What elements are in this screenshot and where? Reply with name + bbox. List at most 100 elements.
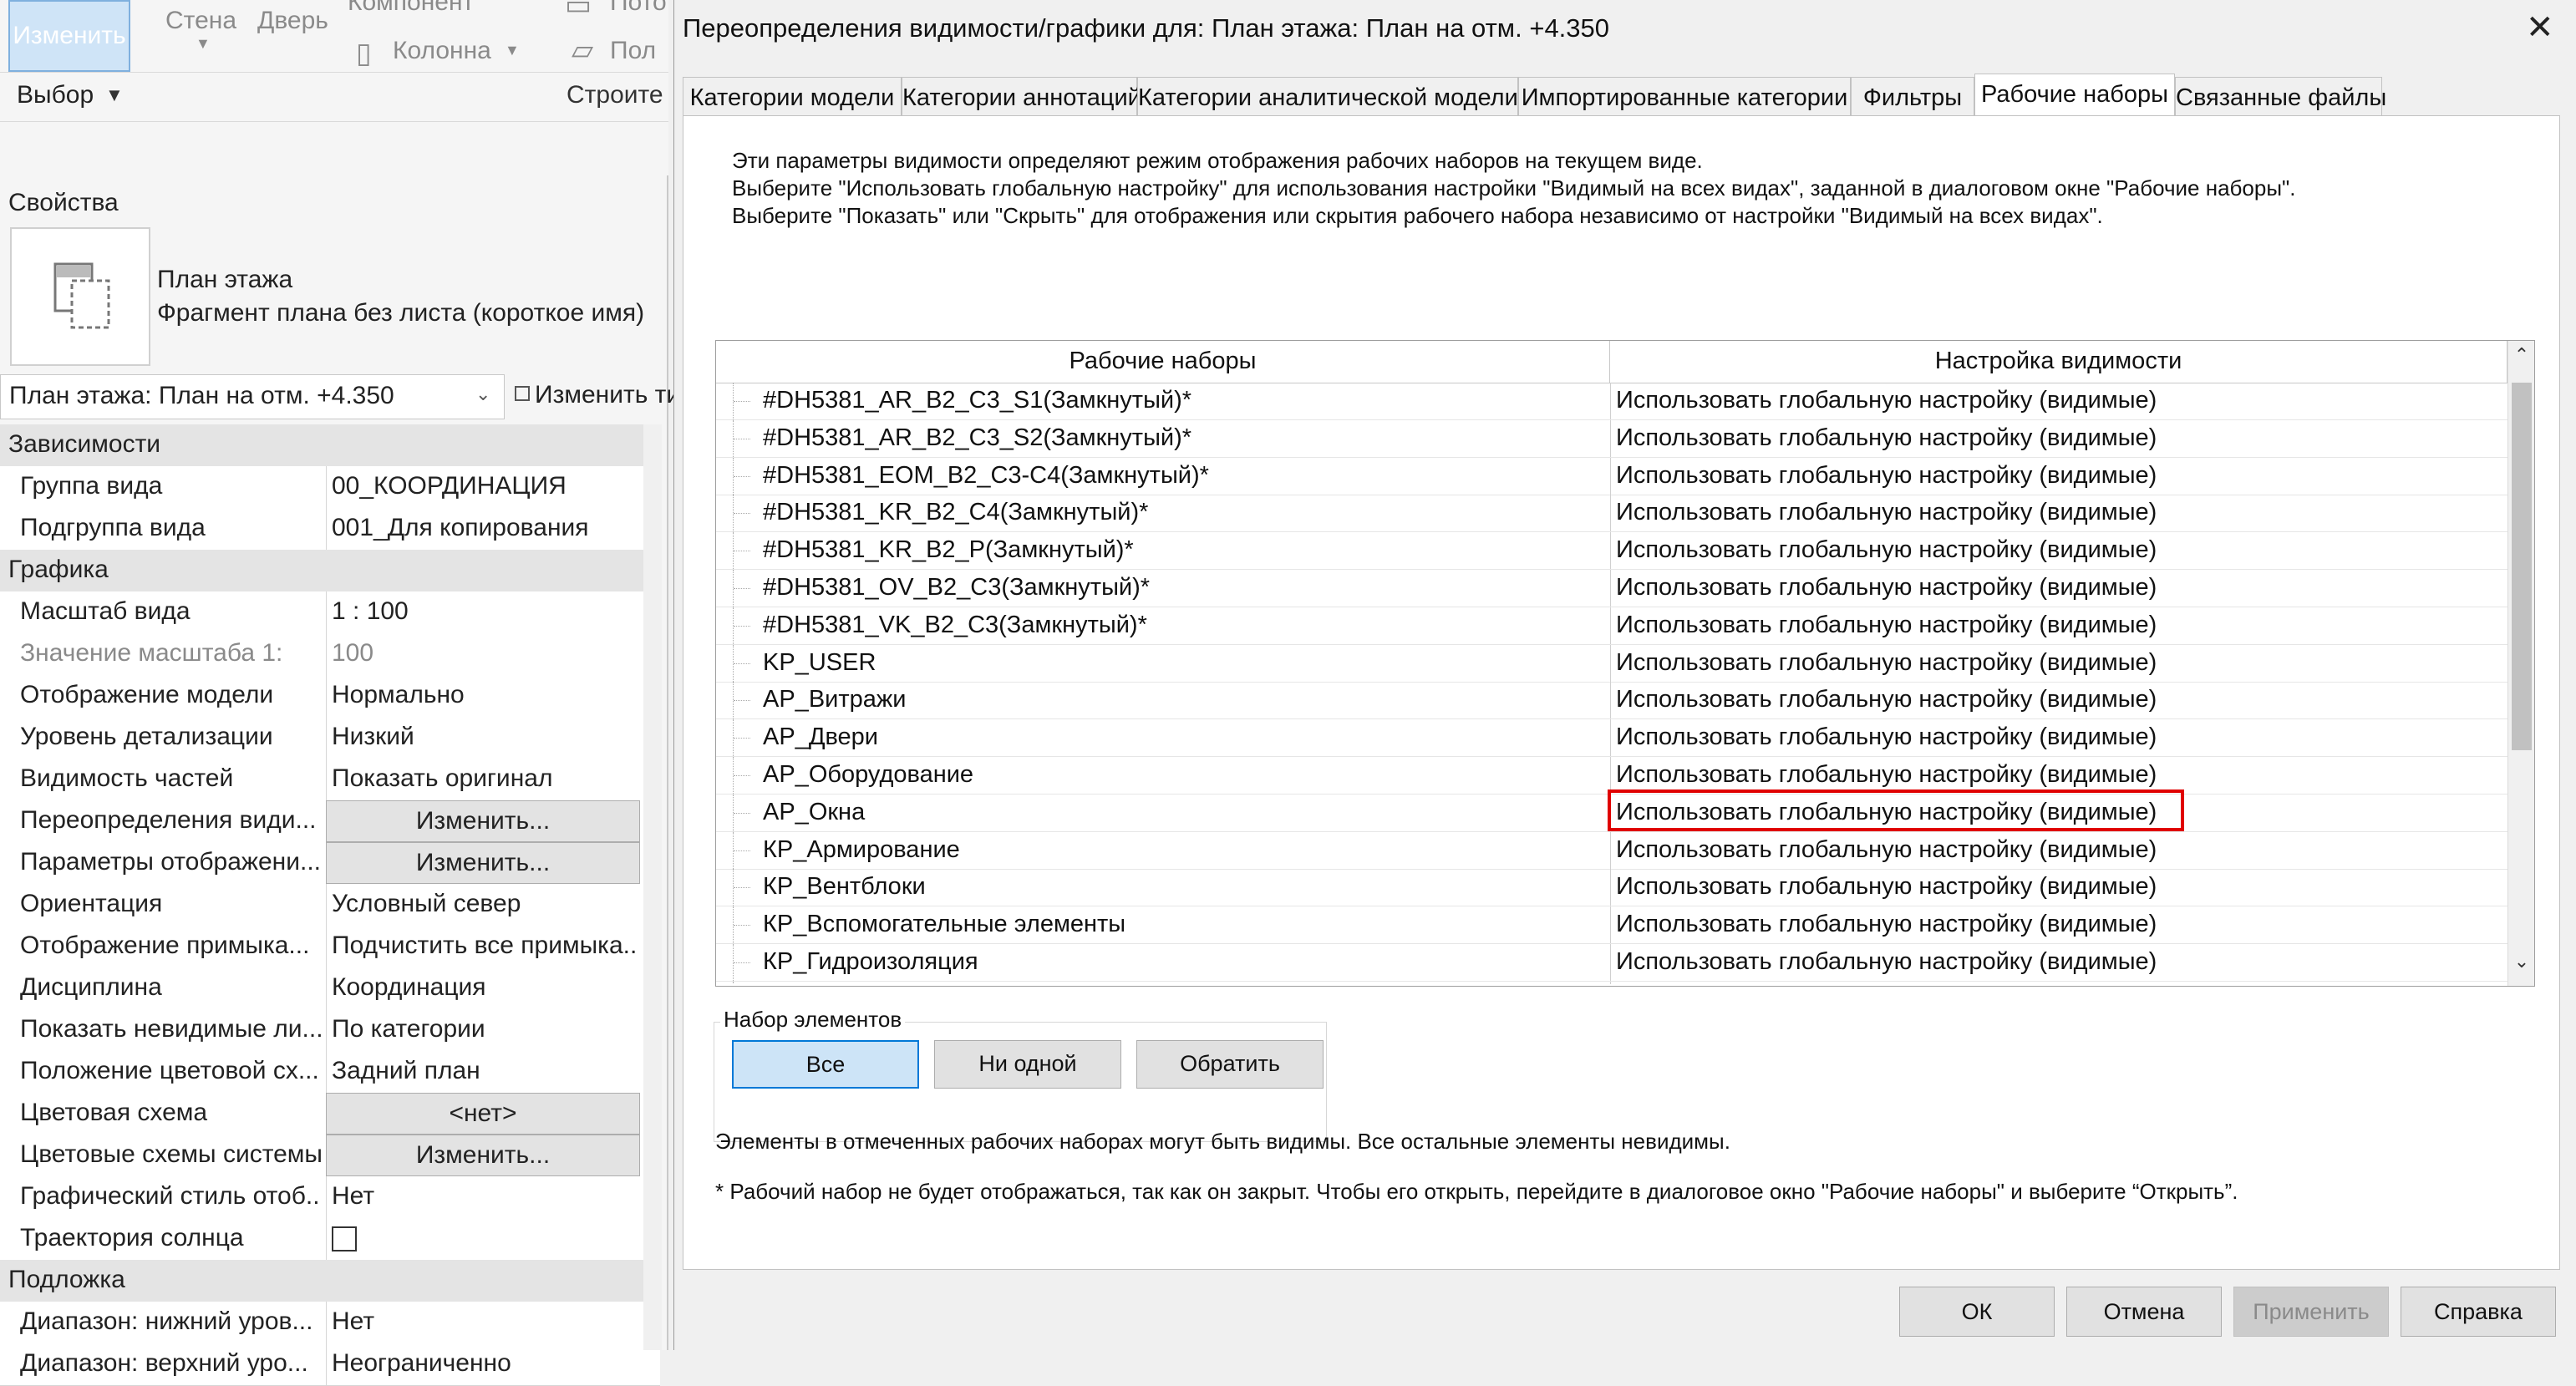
chevron-down-icon[interactable]: ⌄ [475,383,490,405]
select-none-button[interactable]: Ни одной [934,1040,1121,1089]
visibility-setting-cell[interactable]: Использовать глобальную настройку (видим… [1610,906,2507,943]
visibility-setting-cell[interactable]: Использовать глобальную настройку (видим… [1610,458,2507,495]
component-button[interactable]: Компонент [348,0,474,17]
floor-button[interactable]: Пол [610,37,656,65]
workset-row[interactable]: #DH5381_AR_B2_C3_S1(Замкнутый)* Использов… [716,383,2507,420]
tab-linked-files[interactable]: Связанные файлы [2175,77,2386,115]
modify-button[interactable]: Изменить [8,0,130,72]
workset-name: АР_Двери [763,723,878,750]
door-button[interactable]: Дверь [257,7,328,35]
visibility-setting-cell[interactable]: Использовать глобальную настройку (видим… [1610,607,2507,644]
property-name: Ориентация [20,890,163,917]
visibility-setting-cell[interactable]: Использовать глобальную настройку (видим… [1610,757,2507,794]
workset-row[interactable]: #DH5381_VK_B2_C3(Замкнутый)* Использовать… [716,607,2507,645]
grid-scrollbar[interactable]: ⌃ ⌄ [2507,341,2534,986]
property-value: Нет [332,1182,375,1210]
property-value-cell[interactable]: 001_Для копирования [326,508,641,550]
visibility-setting-cell[interactable]: Использовать глобальную настройку (видим… [1610,645,2507,682]
workset-row[interactable]: #DH5381_OV_B2_C3(Замкнутый)* Использовать… [716,570,2507,607]
workset-name: KP_USER [763,649,876,676]
visibility-setting-cell[interactable]: Использовать глобальную настройку (видим… [1610,532,2507,569]
visibility-setting-cell[interactable]: Использовать глобальную настройку (видим… [1610,982,2507,984]
property-value-cell[interactable]: Задний план [326,1051,641,1093]
invert-button[interactable]: Обратить [1136,1040,1324,1089]
property-value-cell[interactable]: Условный север [326,884,641,926]
sun-path-checkbox[interactable] [332,1226,357,1251]
select-dropdown[interactable]: Выбор [17,81,94,109]
visibility-setting-cell[interactable]: Использовать глобальную настройку (видим… [1610,383,2507,419]
visibility-setting-cell[interactable]: Использовать глобальную настройку (видим… [1610,570,2507,607]
workset-name: АР_Окна [763,799,866,825]
workset-row[interactable]: КР_Гидроизоляция Использовать глобальную … [716,944,2507,982]
tab-model-categories[interactable]: Категории модели [683,77,902,115]
edit-type-button[interactable]: Изменить ти [510,374,680,419]
ok-button[interactable]: ОК [1899,1287,2055,1337]
workset-row[interactable]: #DH5381_EOM_B2_C3-C4(Замкнутый)* Использо… [716,458,2507,495]
scroll-down-icon[interactable]: ⌄ [2512,951,2532,981]
workset-row[interactable]: #DH5381_KR_B2_P(Замкнутый)* Использовать … [716,532,2507,570]
tab-imported-categories[interactable]: Импортированные категории [1518,77,1851,115]
property-row: Дисциплина Координация [0,967,660,1010]
property-value-cell[interactable]: Подчистить все примыка... [326,926,641,967]
workset-row[interactable]: КР_Вентблоки Использовать глобальную наст… [716,869,2507,906]
close-icon[interactable]: ✕ [2526,8,2554,47]
wall-dropdown-icon[interactable]: ▼ [196,35,211,53]
grid-header: Рабочие наборы Настройка видимости [716,341,2507,383]
apply-button[interactable]: Применить [2233,1287,2389,1337]
property-section[interactable]: Подложка [0,1260,660,1302]
property-edit-button[interactable]: Изменить... [326,842,640,884]
select-all-button[interactable]: Все [732,1040,919,1089]
workset-row[interactable]: АР_Двери Использовать глобальную настройк… [716,719,2507,757]
tab-annotation-categories[interactable]: Категории аннотаций [902,77,1141,115]
scroll-up-icon[interactable]: ⌃ [2512,344,2532,374]
tab-filters[interactable]: Фильтры [1851,77,1974,115]
visibility-setting-cell[interactable]: Использовать глобальную настройку (видим… [1610,495,2507,531]
workset-row[interactable]: #DH5381_AR_B2_C3_S2(Замкнутый)* Использов… [716,420,2507,458]
property-value-cell[interactable]: Нормально [326,675,641,717]
workset-row[interactable]: KP_USER Использовать глобальную настройку… [716,645,2507,683]
visibility-setting-cell[interactable]: Использовать глобальную настройку (видим… [1610,719,2507,756]
tab-worksets[interactable]: Рабочие наборы [1974,74,2175,117]
property-value-cell[interactable]: 1 : 100 [326,591,641,633]
tab-analytical-categories[interactable]: Категории аналитической модели [1137,77,1518,115]
workset-row[interactable]: КР_Добавочные элементыИспользовать глоба… [716,982,2507,984]
property-value: Показать оригинал [332,764,553,792]
property-value-cell[interactable]: По категории [326,1009,641,1051]
workset-row[interactable]: АР_Витражи Использовать глобальную настро… [716,682,2507,719]
property-checkbox-cell[interactable] [326,1218,641,1260]
properties-scrollbar[interactable] [643,424,662,1350]
property-value-cell[interactable]: Низкий [326,717,641,759]
column-dropdown-icon[interactable]: ▼ [505,42,520,59]
help-button[interactable]: Справка [2401,1287,2556,1337]
property-section[interactable]: Графика [0,550,660,592]
chevron-down-icon[interactable]: ▼ [105,84,124,106]
workset-row[interactable]: КР_Армирование Использовать глобальную на… [716,832,2507,870]
scrollbar-thumb[interactable] [2512,383,2532,750]
property-value-cell[interactable]: Координация [326,967,641,1009]
property-section[interactable]: Зависимости [0,424,660,467]
view-instance-selector[interactable]: План этажа: План на отм. +4.350 ⌄ [0,374,505,419]
tree-line [733,570,754,607]
ceiling-button[interactable]: Пото [610,0,667,17]
property-edit-button[interactable]: Изменить... [326,800,640,842]
property-value-cell[interactable]: Нет [326,1302,641,1343]
visibility-setting-cell[interactable]: Использовать глобальную настройку (видим… [1610,944,2507,981]
wall-button[interactable]: Стена [165,7,236,35]
column-header-worksets[interactable]: Рабочие наборы [716,341,1610,383]
visibility-setting-cell[interactable]: Использовать глобальную настройку (видим… [1610,420,2507,457]
column-button[interactable]: Колонна [393,37,491,65]
visibility-setting-cell[interactable]: Использовать глобальную настройку (видим… [1610,869,2507,906]
property-edit-button[interactable]: Изменить... [326,1135,640,1176]
property-value-cell[interactable]: Показать оригинал [326,759,641,800]
visibility-setting-cell[interactable]: Использовать глобальную настройку (видим… [1610,682,2507,718]
property-edit-button[interactable]: <нет> [326,1093,640,1135]
property-value: По категории [332,1015,485,1043]
visibility-setting-value: Использовать глобальную настройку (видим… [1616,424,2157,451]
cancel-button[interactable]: Отмена [2066,1287,2222,1337]
property-value-cell[interactable]: 00_КООРДИНАЦИЯ [326,466,641,508]
property-value-cell[interactable]: Нет [326,1176,641,1218]
column-header-visibility[interactable]: Настройка видимости [1610,341,2507,383]
visibility-setting-cell[interactable]: Использовать глобальную настройку (видим… [1610,832,2507,869]
workset-row[interactable]: КР_Вспомогательные элементы Использовать … [716,906,2507,944]
workset-row[interactable]: #DH5381_KR_B2_C4(Замкнутый)* Использовать… [716,495,2507,532]
